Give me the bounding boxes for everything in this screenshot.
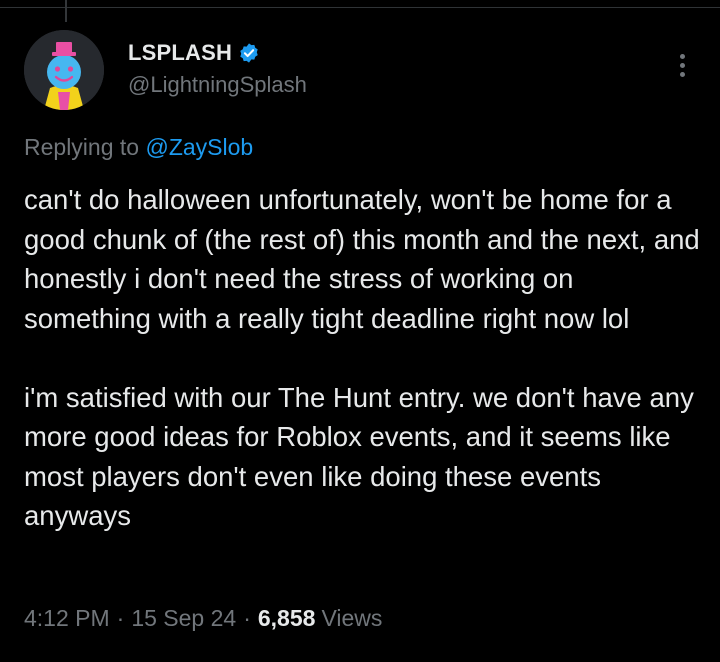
more-vertical-icon bbox=[679, 53, 685, 59]
separator: · bbox=[243, 605, 251, 631]
author-display-name[interactable]: LSPLASH bbox=[128, 40, 232, 66]
tweet-paragraph: i'm satisfied with our The Hunt entry. w… bbox=[24, 381, 694, 532]
more-options-button[interactable] bbox=[672, 50, 692, 80]
tweet-paragraph: can't do halloween unfortunately, won't … bbox=[24, 184, 700, 334]
views-label: Views bbox=[321, 605, 383, 631]
tweet-time[interactable]: 4:12 PM bbox=[24, 605, 110, 632]
author-block: LSPLASH @LightningSplash bbox=[128, 40, 307, 98]
verified-badge-icon[interactable] bbox=[238, 42, 260, 64]
views-count: 6,858 bbox=[257, 605, 316, 631]
top-divider bbox=[0, 7, 720, 8]
replying-to-label: Replying to bbox=[24, 134, 146, 160]
author-handle[interactable]: @LightningSplash bbox=[128, 72, 307, 98]
thread-connector-line bbox=[65, 0, 67, 22]
tweet-metadata: 4:12 PM · 15 Sep 24 · 6,858 Views bbox=[24, 605, 382, 632]
replying-to-mention-link[interactable]: @ZaySlob bbox=[145, 134, 253, 160]
tweet-text: can't do halloween unfortunately, won't … bbox=[24, 180, 704, 536]
tweet-date[interactable]: 15 Sep 24 bbox=[131, 605, 236, 632]
name-row: LSPLASH bbox=[128, 40, 307, 66]
avatar-image bbox=[24, 30, 104, 110]
avatar[interactable] bbox=[24, 30, 104, 110]
separator: · bbox=[116, 605, 125, 631]
replying-to: Replying to @ZaySlob bbox=[24, 134, 253, 161]
